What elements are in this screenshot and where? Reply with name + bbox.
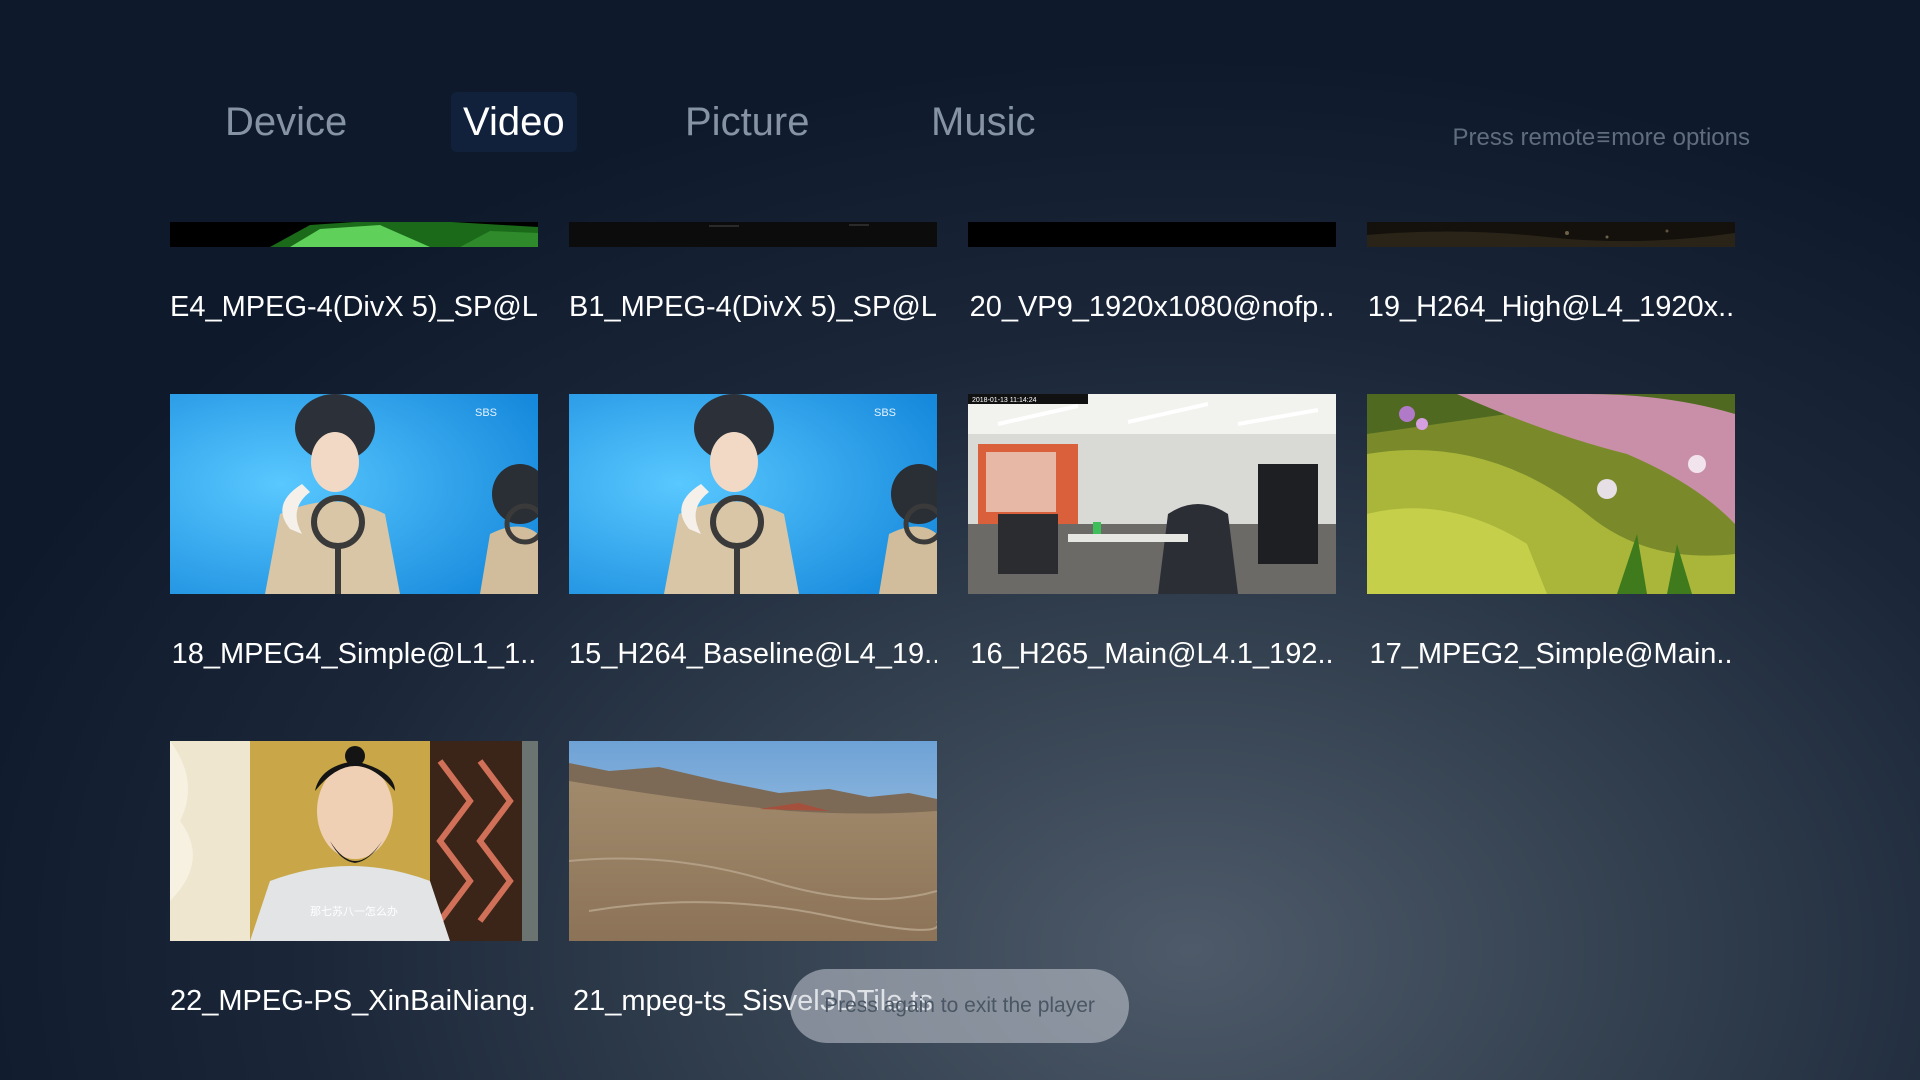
video-thumbnail-21[interactable] — [569, 741, 937, 941]
video-title: 22_MPEG-PS_XinBaiNiang.. — [170, 985, 538, 1017]
video-thumbnail-16[interactable]: 2018-01-13 11:14:24 — [968, 394, 1336, 594]
timestamp-text: 2018-01-13 11:14:24 — [972, 397, 1037, 404]
video-thumbnail-15[interactable]: SBS — [569, 394, 937, 594]
video-thumbnail-e4[interactable] — [170, 222, 538, 247]
video-title: 16_H265_Main@L4.1_192.. — [970, 638, 1334, 670]
green-abstract-image — [170, 222, 538, 247]
singer-performance-image: SBS — [170, 394, 538, 594]
animated-meadow-image — [1367, 394, 1735, 594]
drama-scene-image: 那七苏八一怎么办 — [170, 741, 538, 941]
singer-performance-image: SBS — [569, 394, 937, 594]
dark-frame-image — [569, 222, 937, 247]
video-title: 19_H264_High@L4_1920x.. — [1367, 291, 1735, 323]
office-interior-image: 2018-01-13 11:14:24 — [968, 394, 1336, 594]
watermark-text: SBS — [874, 407, 896, 419]
toast-text: Press again to exit the player — [824, 994, 1095, 1017]
video-grid: E4_MPEG-4(DivX 5)_SP@L.. B1_MPEG-4(DivX … — [0, 0, 1920, 1080]
dark-landscape-image — [1367, 222, 1735, 247]
video-thumbnail-22[interactable]: 那七苏八一怎么办 — [170, 741, 538, 941]
video-title: 15_H264_Baseline@L4_19.. — [569, 638, 937, 670]
desert-aerial-image — [569, 741, 937, 941]
exit-toast: Press again to exit the player — [790, 969, 1129, 1043]
video-thumbnail-19[interactable] — [1367, 222, 1735, 247]
video-thumbnail-17[interactable] — [1367, 394, 1735, 594]
video-title: 18_MPEG4_Simple@L1_1.. — [171, 638, 537, 670]
video-thumbnail-20[interactable] — [968, 222, 1336, 247]
video-thumbnail-b1[interactable] — [569, 222, 937, 247]
watermark-text: SBS — [475, 407, 497, 419]
subtitle-text: 那七苏八一怎么办 — [310, 904, 398, 918]
video-title: 17_MPEG2_Simple@Main.. — [1369, 638, 1733, 670]
video-title: 20_VP9_1920x1080@nofp.. — [969, 291, 1335, 323]
video-title: B1_MPEG-4(DivX 5)_SP@L.. — [569, 291, 937, 323]
video-title: E4_MPEG-4(DivX 5)_SP@L.. — [170, 291, 538, 323]
black-frame-image — [968, 222, 1336, 247]
video-thumbnail-18[interactable]: SBS — [170, 394, 538, 594]
